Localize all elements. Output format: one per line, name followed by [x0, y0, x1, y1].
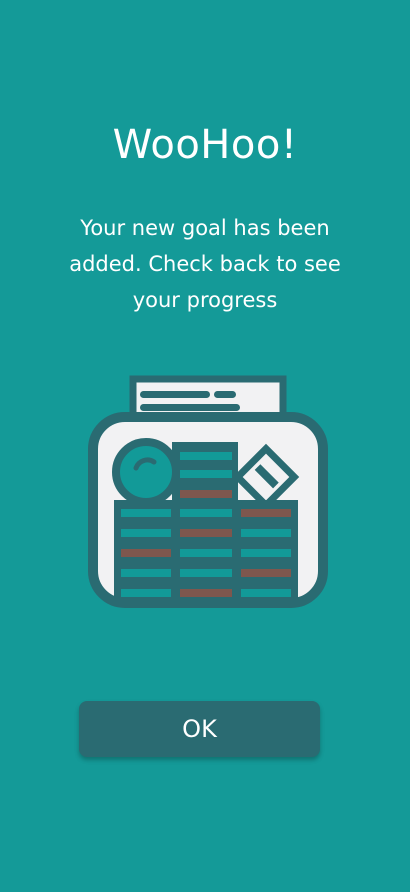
dialog-title: WooHoo!	[112, 122, 298, 168]
goal-added-screen: WooHoo! Your new goal has been added. Ch…	[0, 0, 410, 892]
ok-button[interactable]: OK	[79, 701, 320, 757]
dialog-message: Your new goal has been added. Check back…	[69, 216, 341, 312]
money-jar-icon	[88, 375, 328, 608]
